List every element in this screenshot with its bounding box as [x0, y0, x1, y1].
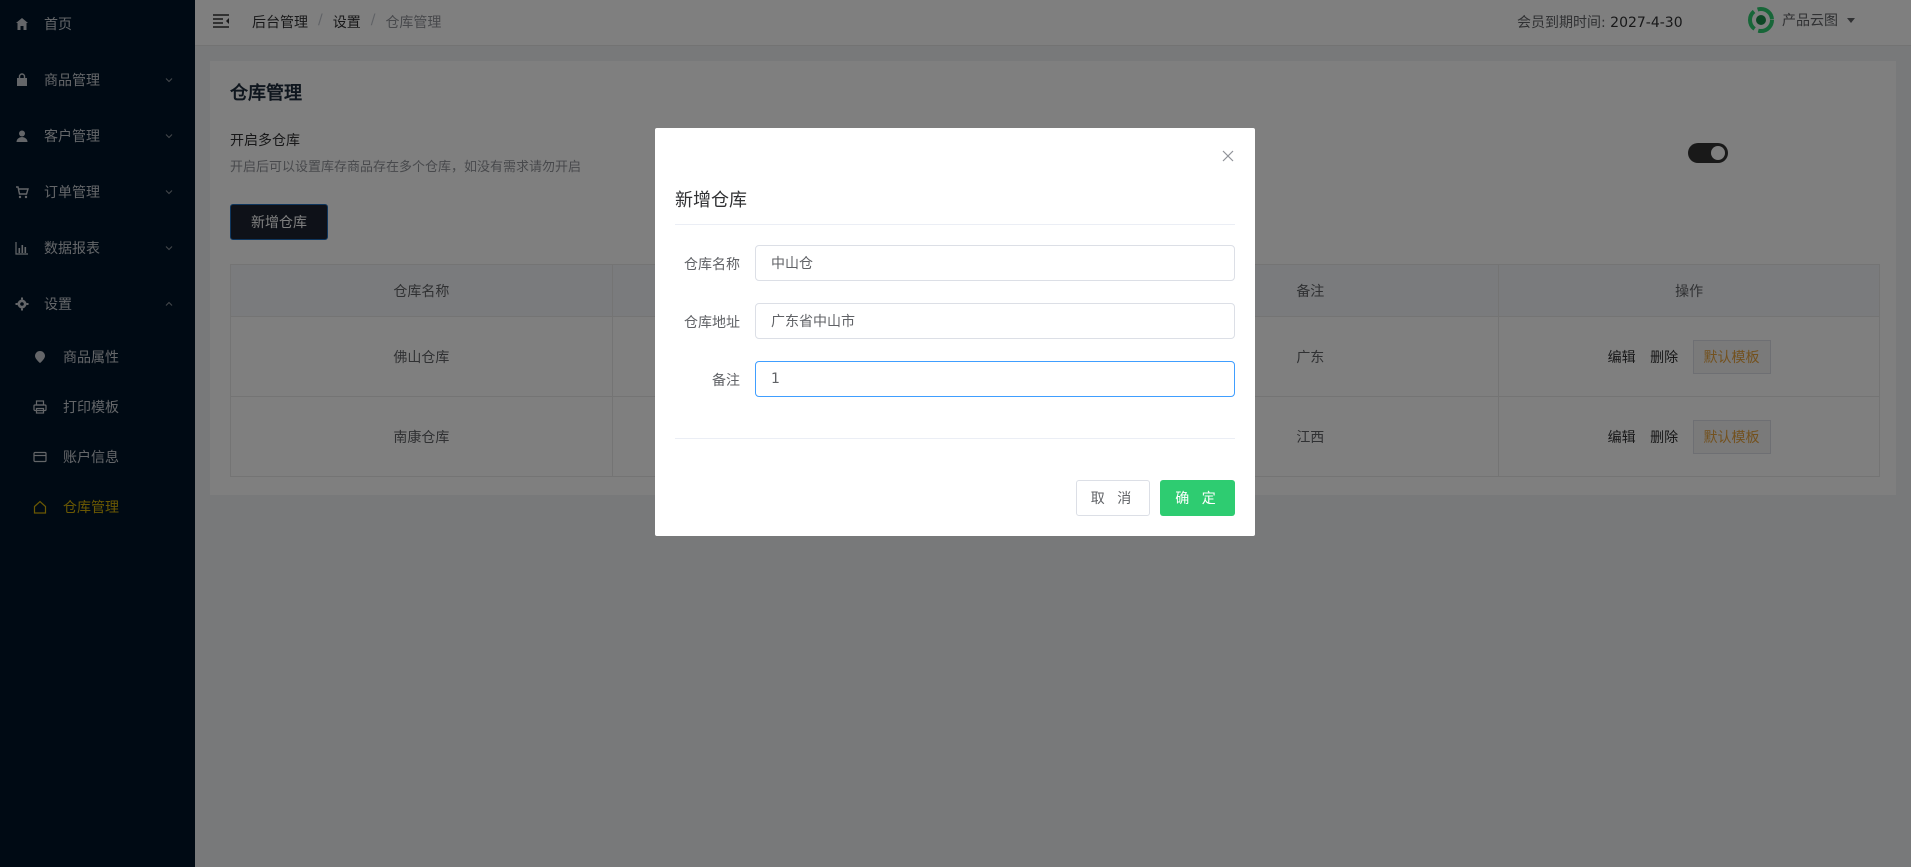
dialog-divider	[675, 224, 1235, 225]
close-icon[interactable]	[1221, 149, 1235, 163]
form-row-address: 仓库地址 广东省中山市	[675, 303, 1235, 339]
address-label: 仓库地址	[684, 315, 740, 331]
add-warehouse-dialog: 新增仓库 仓库名称 中山仓 仓库地址 广东省中山市 备注 1 取 消 确 定	[655, 128, 1255, 536]
name-label: 仓库名称	[684, 257, 740, 273]
confirm-button[interactable]: 确 定	[1160, 480, 1235, 516]
dialog-title: 新增仓库	[675, 190, 747, 211]
form-row-note: 备注 1	[675, 361, 1235, 397]
cancel-button[interactable]: 取 消	[1076, 480, 1150, 516]
note-label: 备注	[712, 373, 740, 389]
dialog-divider	[675, 438, 1235, 439]
form-row-name: 仓库名称 中山仓	[675, 245, 1235, 281]
warehouse-name-input[interactable]: 中山仓	[755, 245, 1235, 281]
warehouse-address-input[interactable]: 广东省中山市	[755, 303, 1235, 339]
warehouse-note-input[interactable]: 1	[755, 361, 1235, 397]
